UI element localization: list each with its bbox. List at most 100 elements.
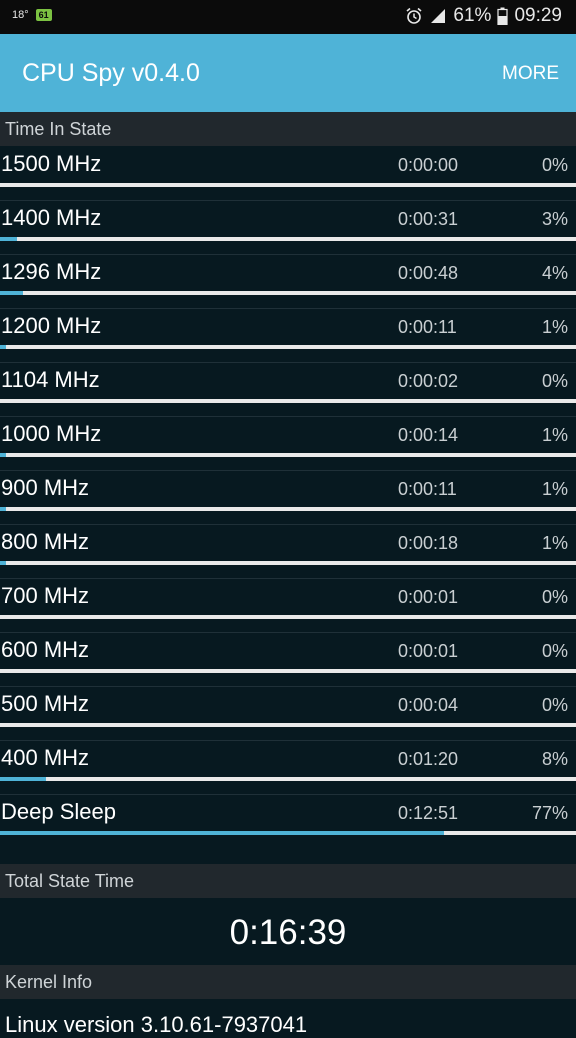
state-progress-bar bbox=[0, 183, 576, 187]
state-percent: 0% bbox=[541, 641, 568, 661]
state-frequency: Deep Sleep bbox=[1, 799, 116, 824]
state-progress-bar bbox=[0, 669, 576, 673]
status-left: 18° 61 bbox=[12, 9, 52, 21]
state-time: 0:00:02 bbox=[398, 371, 459, 391]
state-percent: 1% bbox=[541, 533, 568, 553]
state-time: 0:00:11 bbox=[398, 317, 457, 337]
state-progress-bar bbox=[0, 237, 576, 241]
state-row: 900 MHz 0:00:11 1% bbox=[0, 470, 576, 524]
state-progress-fill bbox=[0, 507, 6, 511]
state-percent: 1% bbox=[541, 479, 568, 499]
state-progress-bar bbox=[0, 561, 576, 565]
row-divider bbox=[0, 524, 576, 525]
state-time: 0:00:01 bbox=[398, 641, 459, 661]
state-progress-fill bbox=[0, 777, 47, 781]
state-time: 0:00:01 bbox=[398, 587, 459, 607]
state-progress-fill bbox=[0, 831, 444, 835]
state-frequency: 500 MHz bbox=[1, 691, 90, 716]
state-row: 600 MHz 0:00:01 0% bbox=[0, 632, 576, 686]
alarm-icon bbox=[405, 7, 423, 25]
total-state-time-value: 0:16:39 bbox=[229, 913, 347, 952]
battery-percent: 61% bbox=[453, 5, 492, 26]
state-progress-bar bbox=[0, 831, 576, 835]
app-bar: CPU Spy v0.4.0 MORE bbox=[0, 34, 576, 112]
state-percent: 0% bbox=[541, 155, 568, 175]
state-time: 0:12:51 bbox=[398, 803, 459, 823]
state-frequency: 600 MHz bbox=[1, 637, 90, 662]
state-row: 1400 MHz 0:00:31 3% bbox=[0, 200, 576, 254]
state-percent: 0% bbox=[541, 695, 568, 715]
state-row: Deep Sleep 0:12:51 77% bbox=[0, 794, 576, 848]
state-row: 700 MHz 0:00:01 0% bbox=[0, 578, 576, 632]
state-row: 400 MHz 0:01:20 8% bbox=[0, 740, 576, 794]
row-divider bbox=[0, 632, 576, 633]
state-row: 1200 MHz 0:00:11 1% bbox=[0, 308, 576, 362]
state-percent: 1% bbox=[541, 425, 568, 445]
row-divider bbox=[0, 794, 576, 795]
state-frequency: 1000 MHz bbox=[1, 421, 102, 446]
state-progress-bar bbox=[0, 399, 576, 403]
state-progress-bar bbox=[0, 345, 576, 349]
state-progress-bar bbox=[0, 291, 576, 295]
state-progress-fill bbox=[0, 345, 6, 349]
row-divider bbox=[0, 578, 576, 579]
time-in-state-header: Time In State bbox=[0, 112, 576, 146]
state-progress-bar bbox=[0, 777, 576, 781]
state-row: 1296 MHz 0:00:48 4% bbox=[0, 254, 576, 308]
row-divider bbox=[0, 416, 576, 417]
status-right: 61% 09:29 bbox=[405, 5, 562, 27]
state-frequency: 700 MHz bbox=[1, 583, 90, 608]
kernel-info-text: Linux version 3.10.61-7937041 bbox=[5, 1012, 308, 1037]
kernel-info-header: Kernel Info bbox=[0, 965, 576, 999]
state-time: 0:00:00 bbox=[398, 155, 459, 175]
state-frequency: 1500 MHz bbox=[1, 151, 102, 176]
signal-icon bbox=[429, 7, 447, 25]
state-time: 0:00:11 bbox=[398, 479, 457, 499]
state-row: 1104 MHz 0:00:02 0% bbox=[0, 362, 576, 416]
state-progress-fill bbox=[0, 453, 6, 457]
state-percent: 3% bbox=[541, 209, 568, 229]
state-row: 800 MHz 0:00:18 1% bbox=[0, 524, 576, 578]
state-frequency: 900 MHz bbox=[1, 475, 90, 500]
state-progress-bar bbox=[0, 507, 576, 511]
notification-badge: 61 bbox=[35, 9, 52, 21]
row-divider bbox=[0, 200, 576, 201]
more-button[interactable]: MORE bbox=[502, 63, 559, 85]
battery-icon bbox=[497, 7, 509, 25]
row-divider bbox=[0, 308, 576, 309]
state-progress-bar bbox=[0, 723, 576, 727]
state-row: 1000 MHz 0:00:14 1% bbox=[0, 416, 576, 470]
clock: 09:29 bbox=[514, 5, 562, 26]
state-progress-bar bbox=[0, 615, 576, 619]
state-percent: 77% bbox=[531, 803, 568, 823]
row-divider bbox=[0, 254, 576, 255]
state-percent: 8% bbox=[541, 749, 568, 769]
state-progress-bar bbox=[0, 453, 576, 457]
row-divider bbox=[0, 470, 576, 471]
state-frequency: 800 MHz bbox=[1, 529, 90, 554]
state-time: 0:00:14 bbox=[398, 425, 459, 445]
status-bar: 18° 61 61% 09:29 bbox=[0, 0, 576, 34]
state-progress-fill bbox=[0, 237, 18, 241]
state-frequency: 1296 MHz bbox=[1, 259, 102, 284]
state-time: 0:00:48 bbox=[398, 263, 459, 283]
state-frequency: 1200 MHz bbox=[1, 313, 102, 338]
state-time: 0:00:31 bbox=[398, 209, 459, 229]
state-time: 0:01:20 bbox=[398, 749, 459, 769]
temperature-indicator: 18° bbox=[12, 9, 29, 21]
state-percent: 0% bbox=[541, 587, 568, 607]
state-frequency: 400 MHz bbox=[1, 745, 90, 770]
state-frequency: 1104 MHz bbox=[1, 367, 100, 392]
total-state-time-header: Total State Time bbox=[0, 864, 576, 898]
state-percent: 1% bbox=[541, 317, 568, 337]
app-title: CPU Spy v0.4.0 bbox=[22, 59, 200, 87]
state-time: 0:00:18 bbox=[398, 533, 459, 553]
state-progress-fill bbox=[0, 291, 24, 295]
state-row: 500 MHz 0:00:04 0% bbox=[0, 686, 576, 740]
state-percent: 4% bbox=[541, 263, 568, 283]
row-divider bbox=[0, 362, 576, 363]
state-time: 0:00:04 bbox=[398, 695, 459, 715]
row-divider bbox=[0, 686, 576, 687]
row-divider bbox=[0, 740, 576, 741]
state-progress-fill bbox=[0, 561, 6, 565]
